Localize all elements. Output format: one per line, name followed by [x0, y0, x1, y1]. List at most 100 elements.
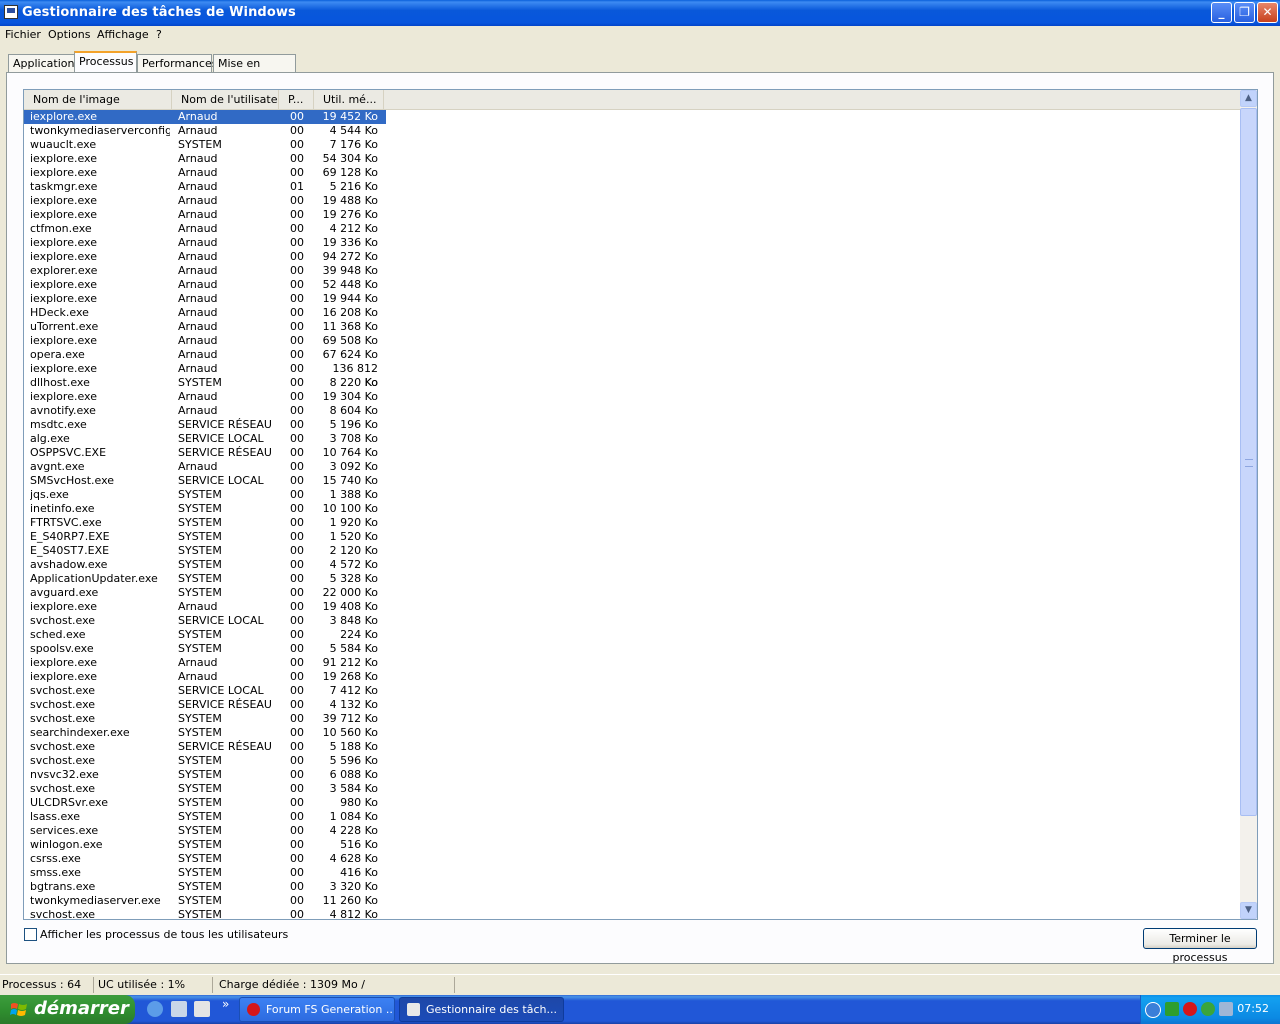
process-row[interactable]: avgnt.exe Arnaud 00 3 092 Ko — [24, 460, 386, 474]
opera-tray-icon[interactable] — [1183, 1002, 1197, 1016]
tray-expand-icon[interactable] — [1145, 1002, 1161, 1018]
process-row[interactable]: sched.exe SYSTEM 00 224 Ko — [24, 628, 386, 642]
tab-performances[interactable]: Performances — [137, 54, 217, 72]
column-header-cpu[interactable]: P... — [279, 90, 314, 109]
process-row[interactable]: iexplore.exe Arnaud 00 94 272 Ko — [24, 250, 386, 264]
process-row[interactable]: alg.exe SERVICE LOCAL 00 3 708 Ko — [24, 432, 386, 446]
taskbar-button-taskmgr[interactable]: Gestionnaire des tâch... — [399, 997, 564, 1022]
process-row[interactable]: jqs.exe SYSTEM 00 1 388 Ko — [24, 488, 386, 502]
process-row[interactable]: svchost.exe SYSTEM 00 3 584 Ko — [24, 782, 386, 796]
process-row[interactable]: iexplore.exe Arnaud 00 19 268 Ko — [24, 670, 386, 684]
title-bar[interactable]: Gestionnaire des tâches de Windows _ ❐ ✕ — [0, 0, 1280, 26]
process-row[interactable]: iexplore.exe Arnaud 00 19 304 Ko — [24, 390, 386, 404]
column-header-memory[interactable]: Util. mé... — [314, 90, 384, 109]
utorrent-icon[interactable] — [1201, 1002, 1215, 1016]
tab-mise-en-reseau[interactable]: Mise en réseau — [213, 54, 296, 87]
process-row[interactable]: iexplore.exe Arnaud 00 19 488 Ko — [24, 194, 386, 208]
process-row[interactable]: iexplore.exe Arnaud 00 91 212 Ko — [24, 656, 386, 670]
process-row[interactable]: iexplore.exe Arnaud 00 19 276 Ko — [24, 208, 386, 222]
process-row[interactable]: taskmgr.exe Arnaud 01 5 216 Ko — [24, 180, 386, 194]
ie-quicklaunch-icon[interactable] — [147, 1001, 163, 1017]
scroll-thumb[interactable] — [1240, 108, 1257, 816]
process-row[interactable]: twonkymediaserver.exe SYSTEM 00 11 260 Ko — [24, 894, 386, 908]
minimize-button[interactable]: _ — [1211, 2, 1232, 23]
process-row[interactable]: wuauclt.exe SYSTEM 00 7 176 Ko — [24, 138, 386, 152]
show-all-users-checkbox[interactable] — [24, 928, 37, 941]
process-row[interactable]: avguard.exe SYSTEM 00 22 000 Ko — [24, 586, 386, 600]
menu-help[interactable]: ? — [156, 28, 162, 41]
process-cpu: 00 — [290, 656, 304, 669]
column-header-user-name[interactable]: Nom de l'utilisateur — [172, 90, 279, 109]
process-row[interactable]: avshadow.exe SYSTEM 00 4 572 Ko — [24, 558, 386, 572]
process-row[interactable]: smss.exe SYSTEM 00 416 Ko — [24, 866, 386, 880]
process-row[interactable]: svchost.exe SERVICE LOCAL 00 7 412 Ko — [24, 684, 386, 698]
process-row[interactable]: iexplore.exe Arnaud 00 136 812 Ko — [24, 362, 386, 389]
start-button[interactable]: démarrer — [0, 995, 135, 1024]
close-button[interactable]: ✕ — [1257, 2, 1278, 23]
process-row[interactable]: iexplore.exe Arnaud 00 19 336 Ko — [24, 236, 386, 250]
tab-applications[interactable]: Applications — [8, 54, 80, 72]
process-row[interactable]: bgtrans.exe SYSTEM 00 3 320 Ko — [24, 880, 386, 894]
process-row[interactable]: dllhost.exe SYSTEM 00 8 220 Ko — [24, 376, 386, 390]
process-cpu: 00 — [290, 600, 304, 613]
process-row[interactable]: E_S40RP7.EXE SYSTEM 00 1 520 Ko — [24, 530, 386, 544]
process-row[interactable]: iexplore.exe Arnaud 00 69 128 Ko — [24, 166, 386, 180]
show-all-users-label[interactable]: Afficher les processus de tous les utili… — [40, 928, 288, 941]
maximize-button[interactable]: ❐ — [1234, 2, 1255, 23]
process-row[interactable]: avnotify.exe Arnaud 00 8 604 Ko — [24, 404, 386, 418]
process-row[interactable]: svchost.exe SERVICE LOCAL 00 3 848 Ko — [24, 614, 386, 628]
end-process-button[interactable]: Terminer le processus — [1143, 928, 1257, 964]
connection-icon[interactable] — [1219, 1002, 1233, 1016]
process-row[interactable]: ApplicationUpdater.exe SYSTEM 00 5 328 Ko — [24, 572, 386, 586]
process-row[interactable]: inetinfo.exe SYSTEM 00 10 100 Ko — [24, 502, 386, 516]
desktop-quicklaunch-icon[interactable] — [194, 1001, 210, 1017]
process-row[interactable]: HDeck.exe Arnaud 00 16 208 Ko — [24, 306, 386, 320]
clock[interactable]: 07:52 — [1237, 1002, 1269, 1015]
process-row[interactable]: svchost.exe SYSTEM 00 5 596 Ko — [24, 754, 386, 768]
process-row[interactable]: opera.exe Arnaud 00 67 624 Ko — [24, 348, 386, 362]
quicklaunch-overflow-icon[interactable]: » — [222, 997, 229, 1011]
process-row[interactable]: nvsvc32.exe SYSTEM 00 6 088 Ko — [24, 768, 386, 782]
process-row[interactable]: iexplore.exe Arnaud 00 19 452 Ko — [24, 110, 386, 124]
process-row[interactable]: svchost.exe SERVICE RÉSEAU 00 5 188 Ko — [24, 740, 386, 754]
process-row[interactable]: OSPPSVC.EXE SERVICE RÉSEAU 00 10 764 Ko — [24, 446, 386, 460]
process-row[interactable]: svchost.exe SYSTEM 00 4 812 Ko — [24, 908, 386, 919]
process-row[interactable]: iexplore.exe Arnaud 00 69 508 Ko — [24, 334, 386, 348]
process-row[interactable]: spoolsv.exe SYSTEM 00 5 584 Ko — [24, 642, 386, 656]
start-label: démarrer — [34, 998, 129, 1019]
process-list[interactable]: Nom de l'image Nom de l'utilisateur P...… — [23, 89, 1258, 920]
process-row[interactable]: ULCDRSvr.exe SYSTEM 00 980 Ko — [24, 796, 386, 810]
taskbar-button-opera[interactable]: Forum FS Generation ... — [239, 997, 395, 1022]
vertical-scrollbar[interactable]: ▲ ▼ — [1240, 90, 1257, 919]
process-row[interactable]: explorer.exe Arnaud 00 39 948 Ko — [24, 264, 386, 278]
process-row[interactable]: iexplore.exe Arnaud 00 19 408 Ko — [24, 600, 386, 614]
process-row[interactable]: msdtc.exe SERVICE RÉSEAU 00 5 196 Ko — [24, 418, 386, 432]
process-row[interactable]: winlogon.exe SYSTEM 00 516 Ko — [24, 838, 386, 852]
menu-options[interactable]: Options — [48, 28, 90, 41]
process-row[interactable]: lsass.exe SYSTEM 00 1 084 Ko — [24, 810, 386, 824]
process-user: Arnaud — [178, 278, 218, 291]
process-row[interactable]: csrss.exe SYSTEM 00 4 628 Ko — [24, 852, 386, 866]
process-row[interactable]: E_S40ST7.EXE SYSTEM 00 2 120 Ko — [24, 544, 386, 558]
network-icon[interactable] — [1165, 1002, 1179, 1016]
process-cpu: 00 — [290, 488, 304, 501]
process-row[interactable]: SMSvcHost.exe SERVICE LOCAL 00 15 740 Ko — [24, 474, 386, 488]
menu-fichier[interactable]: Fichier — [5, 28, 41, 41]
tab-processus[interactable]: Processus — [74, 51, 137, 72]
process-row[interactable]: iexplore.exe Arnaud 00 19 944 Ko — [24, 292, 386, 306]
process-row[interactable]: svchost.exe SYSTEM 00 39 712 Ko — [24, 712, 386, 726]
process-row[interactable]: searchindexer.exe SYSTEM 00 10 560 Ko — [24, 726, 386, 740]
scroll-down-icon[interactable]: ▼ — [1240, 902, 1257, 919]
process-row[interactable]: iexplore.exe Arnaud 00 52 448 Ko — [24, 278, 386, 292]
mediaplayer-quicklaunch-icon[interactable] — [171, 1001, 187, 1017]
process-row[interactable]: ctfmon.exe Arnaud 00 4 212 Ko — [24, 222, 386, 236]
menu-affichage[interactable]: Affichage — [97, 28, 149, 41]
process-row[interactable]: twonkymediaserverconfig.... Arnaud 00 4 544… — [24, 124, 386, 138]
scroll-up-icon[interactable]: ▲ — [1240, 90, 1257, 107]
process-row[interactable]: iexplore.exe Arnaud 00 54 304 Ko — [24, 152, 386, 166]
process-row[interactable]: svchost.exe SERVICE RÉSEAU 00 4 132 Ko — [24, 698, 386, 712]
process-row[interactable]: services.exe SYSTEM 00 4 228 Ko — [24, 824, 386, 838]
process-row[interactable]: uTorrent.exe Arnaud 00 11 368 Ko — [24, 320, 386, 334]
process-row[interactable]: FTRTSVC.exe SYSTEM 00 1 920 Ko — [24, 516, 386, 530]
column-header-image-name[interactable]: Nom de l'image — [24, 90, 172, 109]
